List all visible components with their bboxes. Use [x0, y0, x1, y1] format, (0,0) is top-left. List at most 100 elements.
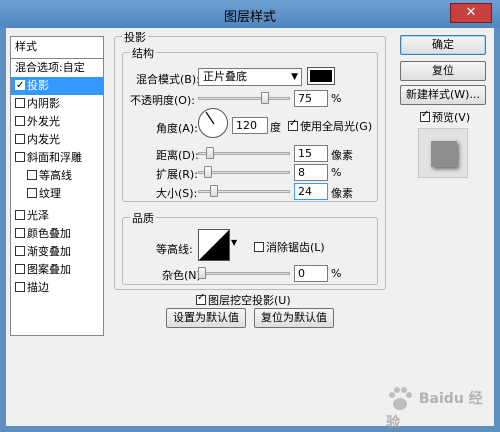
- angle-unit: 度: [270, 121, 281, 134]
- drop-shadow-checkbox[interactable]: [15, 77, 25, 95]
- distance-label: 距离(D):: [156, 149, 199, 162]
- style-item-color-overlay[interactable]: 颜色叠加: [11, 225, 103, 243]
- style-item-label: 图案叠加: [27, 263, 71, 276]
- style-item-satin[interactable]: 光泽: [11, 207, 103, 225]
- style-item-label: 颜色叠加: [27, 227, 71, 240]
- drop-shadow-title: 投影: [122, 29, 148, 45]
- style-item-contour[interactable]: 等高线: [11, 167, 103, 185]
- shadow-color-swatch[interactable]: [307, 67, 335, 85]
- contour-picker[interactable]: [198, 229, 230, 261]
- style-list: 样式 混合选项:自定 投影 内阴影 外发光 内发光 斜面和浮雕 等高线 纹理 光…: [10, 36, 104, 336]
- angle-label: 角度(A):: [156, 122, 198, 135]
- style-item-bevel-emboss[interactable]: 斜面和浮雕: [11, 149, 103, 167]
- noise-input[interactable]: 0: [294, 265, 328, 282]
- style-item-outer-glow[interactable]: 外发光: [11, 113, 103, 131]
- knockout-checkbox[interactable]: [196, 292, 206, 305]
- use-global-light-option[interactable]: 使用全局光(G): [288, 118, 372, 134]
- opacity-label: 不透明度(O):: [130, 94, 195, 107]
- texture-checkbox[interactable]: [27, 188, 37, 198]
- outer-glow-checkbox[interactable]: [15, 116, 25, 126]
- inner-shadow-checkbox[interactable]: [15, 98, 25, 108]
- use-global-light-checkbox[interactable]: [288, 118, 298, 131]
- style-item-label: 等高线: [39, 169, 72, 182]
- inner-glow-checkbox[interactable]: [15, 134, 25, 144]
- style-item-inner-shadow[interactable]: 内阴影: [11, 95, 103, 113]
- preview-label: 预览(V): [432, 111, 471, 124]
- distance-slider[interactable]: [198, 145, 290, 161]
- reset-button[interactable]: 复位: [400, 61, 486, 81]
- gradient-overlay-checkbox[interactable]: [15, 246, 25, 256]
- title-bar: 图层样式 ✕: [0, 0, 500, 28]
- noise-slider[interactable]: [198, 265, 290, 281]
- spread-label: 扩展(R):: [156, 168, 198, 181]
- distance-unit: 像素: [331, 149, 353, 162]
- preview-checkbox[interactable]: [420, 109, 430, 122]
- slider-thumb[interactable]: [261, 92, 269, 104]
- anti-aliased-checkbox[interactable]: [254, 242, 264, 252]
- style-item-label: 渐变叠加: [27, 245, 71, 258]
- opacity-slider[interactable]: [198, 90, 290, 106]
- spread-unit: %: [331, 166, 342, 179]
- blend-mode-label: 混合模式(B):: [136, 73, 200, 86]
- satin-checkbox[interactable]: [15, 210, 25, 220]
- ok-button[interactable]: 确定: [400, 35, 486, 55]
- reset-default-button[interactable]: 复位为默认值: [254, 308, 334, 328]
- style-preview: [418, 128, 468, 178]
- chevron-down-icon: ▼: [291, 72, 298, 82]
- contour-dropdown-arrow-icon[interactable]: ▼: [231, 238, 237, 247]
- blend-mode-value: 正片叠底: [203, 70, 247, 83]
- size-slider[interactable]: [198, 183, 290, 199]
- contour-curve-icon: [199, 230, 229, 260]
- opacity-input[interactable]: 75: [294, 90, 328, 107]
- slider-thumb[interactable]: [204, 166, 212, 178]
- style-item-label: 外发光: [27, 115, 60, 128]
- pattern-overlay-checkbox[interactable]: [15, 264, 25, 274]
- style-item-blending-options[interactable]: 混合选项:自定: [11, 59, 103, 77]
- slider-thumb[interactable]: [198, 267, 206, 279]
- slider-thumb[interactable]: [206, 147, 214, 159]
- style-list-header: 样式: [11, 37, 103, 59]
- style-item-drop-shadow[interactable]: 投影: [11, 77, 103, 95]
- knockout-label: 图层挖空投影(U): [208, 294, 291, 307]
- style-item-label: 纹理: [39, 187, 61, 200]
- contour-checkbox[interactable]: [27, 170, 37, 180]
- preview-option[interactable]: 预览(V): [420, 109, 470, 125]
- paw-logo-icon: [389, 387, 412, 410]
- quality-title: 品质: [130, 210, 156, 226]
- distance-input[interactable]: 15: [294, 145, 328, 162]
- size-input[interactable]: 24: [294, 183, 328, 200]
- size-unit: 像素: [331, 187, 353, 200]
- style-item-pattern-overlay[interactable]: 图案叠加: [11, 261, 103, 279]
- knockout-option[interactable]: 图层挖空投影(U): [196, 292, 291, 308]
- contour-label: 等高线:: [156, 243, 193, 256]
- slider-track: [198, 97, 290, 100]
- style-item-label: 内阴影: [27, 97, 60, 110]
- opacity-unit: %: [331, 92, 342, 105]
- bevel-emboss-checkbox[interactable]: [15, 152, 25, 162]
- spread-slider[interactable]: [198, 164, 290, 180]
- angle-input[interactable]: 120: [232, 117, 268, 134]
- angle-indicator-icon: [205, 111, 215, 125]
- dialog-body: 样式 混合选项:自定 投影 内阴影 外发光 内发光 斜面和浮雕 等高线 纹理 光…: [6, 28, 494, 431]
- blend-mode-dropdown[interactable]: 正片叠底 ▼: [198, 68, 302, 86]
- anti-aliased-option[interactable]: 消除锯齿(L): [254, 239, 325, 255]
- style-item-stroke[interactable]: 描边: [11, 279, 103, 297]
- close-button[interactable]: ✕: [450, 3, 492, 23]
- slider-thumb[interactable]: [210, 185, 218, 197]
- style-item-texture[interactable]: 纹理: [11, 185, 103, 203]
- structure-title: 结构: [130, 45, 156, 61]
- spread-input[interactable]: 8: [294, 164, 328, 181]
- style-item-label: 投影: [27, 79, 49, 92]
- angle-dial[interactable]: [198, 108, 228, 138]
- stroke-checkbox[interactable]: [15, 282, 25, 292]
- style-item-label: 斜面和浮雕: [27, 151, 82, 164]
- watermark-logo: Baidu 经验: [386, 386, 494, 432]
- color-overlay-checkbox[interactable]: [15, 228, 25, 238]
- style-item-gradient-overlay[interactable]: 渐变叠加: [11, 243, 103, 261]
- new-style-button[interactable]: 新建样式(W)...: [400, 85, 486, 105]
- preview-thumbnail: [431, 141, 457, 167]
- style-item-inner-glow[interactable]: 内发光: [11, 131, 103, 149]
- anti-aliased-label: 消除锯齿(L): [266, 241, 325, 254]
- style-item-label: 混合选项:自定: [15, 61, 85, 74]
- make-default-button[interactable]: 设置为默认值: [166, 308, 246, 328]
